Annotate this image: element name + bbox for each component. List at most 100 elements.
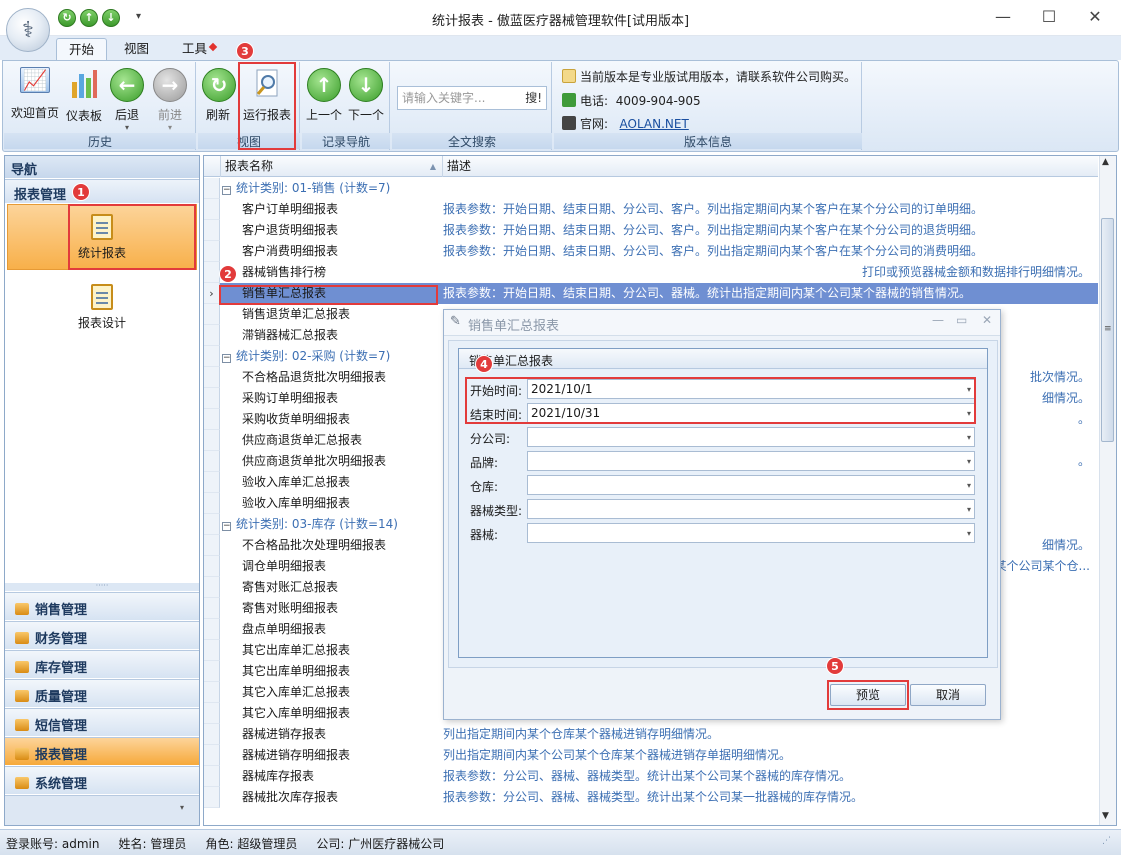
forward-dropdown-icon[interactable]: ▾	[150, 123, 190, 132]
forward-arrow-icon: →	[153, 68, 187, 102]
row-indicator[interactable]	[204, 472, 220, 493]
table-row[interactable]: 器械批次库存报表 报表参数：分公司、器械、器械类型。统计出某个公司某一批器械的库存…	[204, 787, 1098, 808]
row-indicator[interactable]	[204, 703, 220, 724]
row-indicator[interactable]	[204, 346, 220, 367]
table-row[interactable]: 客户退货明细报表 报表参数：开始日期、结束日期、分公司、客户。列出指定期间内某个客…	[204, 220, 1098, 241]
column-header-description[interactable]: 描述	[443, 156, 1098, 177]
scroll-down-icon[interactable]: ▼	[1102, 811, 1109, 821]
search-button[interactable]: 搜!	[525, 91, 542, 105]
back-button[interactable]: ← 后退 ▾	[108, 64, 146, 132]
nav-category-reports[interactable]: 报表管理	[5, 737, 199, 765]
row-indicator[interactable]	[204, 220, 220, 241]
row-indicator[interactable]	[204, 514, 220, 535]
site-link[interactable]: AOLAN.NET	[620, 117, 689, 131]
group-row[interactable]: − 统计类别: 01-销售 (计数=7)	[204, 178, 1098, 199]
nav-overflow-icon[interactable]: ▾	[180, 803, 184, 812]
row-indicator[interactable]	[204, 556, 220, 577]
forward-button[interactable]: → 前进 ▾	[150, 64, 190, 132]
row-indicator[interactable]	[204, 535, 220, 556]
nav-category-quality[interactable]: 质量管理	[5, 679, 199, 707]
row-indicator[interactable]	[204, 640, 220, 661]
scroll-up-icon[interactable]: ▲	[1102, 157, 1109, 167]
dropdown-arrow-icon[interactable]: ▾	[967, 479, 971, 493]
row-indicator[interactable]	[204, 724, 220, 745]
row-indicator[interactable]	[204, 493, 220, 514]
phone-label: 电话:	[580, 94, 609, 108]
report-name-cell: 其它入库单明细报表	[242, 706, 351, 720]
row-indicator[interactable]	[204, 178, 220, 199]
nav-category-finance[interactable]: 财务管理	[5, 621, 199, 649]
tab-view[interactable]: 视图	[112, 38, 161, 60]
row-indicator[interactable]	[204, 367, 220, 388]
row-indicator[interactable]	[204, 325, 220, 346]
dropdown-arrow-icon[interactable]: ▾	[967, 455, 971, 469]
group-label[interactable]: − 统计类别: 01-销售 (计数=7)	[222, 178, 390, 199]
nav-category-system[interactable]: 系统管理	[5, 766, 199, 794]
dialog-maximize-icon[interactable]: ▭	[956, 313, 967, 327]
back-dropdown-icon[interactable]: ▾	[108, 123, 146, 132]
resize-grip-icon[interactable]: ⋰	[1102, 836, 1111, 846]
refresh-button[interactable]: ↻ 刷新	[202, 64, 236, 123]
cancel-button[interactable]: 取消	[910, 684, 986, 706]
dropdown-arrow-icon[interactable]: ▾	[967, 431, 971, 445]
collapse-icon[interactable]: −	[222, 522, 231, 531]
app-logo-icon[interactable]: ⚕	[6, 8, 50, 52]
row-indicator[interactable]	[204, 598, 220, 619]
dropdown-arrow-icon[interactable]: ▾	[967, 527, 971, 541]
group-label[interactable]: − 统计类别: 03-库存 (计数=14)	[222, 514, 398, 535]
row-indicator[interactable]	[204, 745, 220, 766]
nav-category-label: 报表管理	[35, 748, 88, 763]
param-combo[interactable]: ▾	[527, 523, 975, 543]
dashboard-button[interactable]: 仪表板	[64, 64, 104, 124]
folder-icon	[15, 777, 29, 789]
row-indicator[interactable]	[204, 409, 220, 430]
row-indicator[interactable]	[204, 619, 220, 640]
param-combo[interactable]: ▾	[527, 451, 975, 471]
collapse-icon[interactable]: −	[222, 186, 231, 195]
row-indicator[interactable]	[204, 262, 220, 283]
param-combo[interactable]: ▾	[527, 427, 975, 447]
table-row[interactable]: 器械库存报表 报表参数：分公司、器械、器械类型。统计出某个公司某个器械的库存情况。	[204, 766, 1098, 787]
search-input[interactable]: 请输入关键字... 搜!	[397, 86, 547, 110]
next-record-button[interactable]: ↓ 下一个	[346, 64, 386, 123]
param-combo[interactable]: ▾	[527, 499, 975, 519]
group-label[interactable]: − 统计类别: 02-采购 (计数=7)	[222, 346, 390, 367]
row-indicator[interactable]	[204, 241, 220, 262]
row-indicator[interactable]	[204, 577, 220, 598]
dialog-minimize-icon[interactable]: —	[932, 313, 944, 327]
row-indicator[interactable]: ›	[204, 283, 220, 304]
report-name-cell: 寄售对账明细报表	[242, 601, 339, 615]
welcome-home-button[interactable]: 📈 欢迎首页	[8, 64, 62, 121]
collapse-icon[interactable]: −	[222, 354, 231, 363]
row-indicator[interactable]	[204, 787, 220, 808]
row-indicator[interactable]	[204, 388, 220, 409]
row-indicator[interactable]	[204, 430, 220, 451]
column-header-report-name[interactable]: 报表名称 ▲	[221, 156, 443, 177]
dialog-close-icon[interactable]: ✕	[982, 313, 992, 327]
table-row[interactable]: 器械进销存明细报表 列出指定期间内某个公司某个仓库某个器械进销存单据明细情况。	[204, 745, 1098, 766]
close-icon[interactable]: ✕	[1080, 6, 1110, 30]
row-indicator[interactable]	[204, 682, 220, 703]
nav-section-report-management[interactable]: 报表管理	[5, 179, 199, 203]
row-indicator[interactable]	[204, 766, 220, 787]
previous-record-button[interactable]: ↑ 上一个	[304, 64, 344, 123]
row-indicator[interactable]	[204, 199, 220, 220]
nav-category-sms[interactable]: 短信管理	[5, 708, 199, 736]
nav-splitter[interactable]: ·····	[5, 582, 199, 591]
nav-category-label: 质量管理	[35, 690, 88, 705]
table-row[interactable]: 器械进销存报表 列出指定期间内某个仓库某个器械进销存明细情况。	[204, 724, 1098, 745]
nav-category-inventory[interactable]: 库存管理	[5, 650, 199, 678]
tab-start[interactable]: 开始	[56, 38, 108, 60]
table-row[interactable]: 器械销售排行榜 打印或预览器械金额和数据排行明细情况。	[204, 262, 1098, 283]
table-row[interactable]: 客户消费明细报表 报表参数：开始日期、结束日期、分公司、客户。列出指定期间内某个客…	[204, 241, 1098, 262]
row-indicator[interactable]	[204, 451, 220, 472]
table-row[interactable]: 客户订单明细报表 报表参数：开始日期、结束日期、分公司、客户。列出指定期间内某个客…	[204, 199, 1098, 220]
row-indicator[interactable]	[204, 661, 220, 682]
nav-item-report-design[interactable]: 报表设计	[42, 284, 162, 331]
nav-category-sales[interactable]: 销售管理	[5, 592, 199, 620]
maximize-icon[interactable]: ☐	[1034, 6, 1064, 30]
minimize-icon[interactable]: —	[988, 6, 1018, 30]
row-indicator[interactable]	[204, 304, 220, 325]
dropdown-arrow-icon[interactable]: ▾	[967, 503, 971, 517]
param-combo[interactable]: ▾	[527, 475, 975, 495]
